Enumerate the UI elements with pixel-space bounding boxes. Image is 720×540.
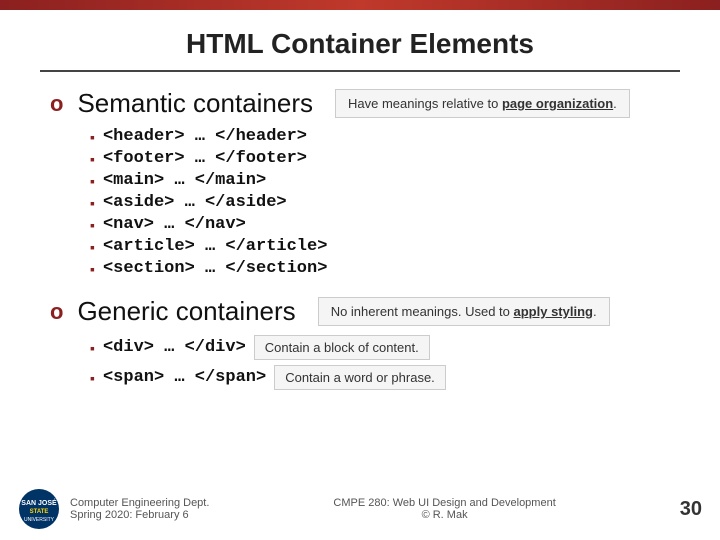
code-section: <section> … </section> <box>103 259 327 278</box>
code-footer: <footer> … </footer> <box>103 149 307 168</box>
top-bar <box>0 0 720 10</box>
footer-center: CMPE 280: Web UI Design and Development … <box>209 497 679 521</box>
apply-styling-highlight: apply styling <box>514 304 593 319</box>
list-item: <nav> … </nav> <box>90 215 670 234</box>
semantic-items-list: <header> … </header> <footer> … </footer… <box>50 127 670 278</box>
footer-left: SAN JOSÉ STATE UNIVERSITY Computer Engin… <box>18 488 209 530</box>
svg-text:SAN JOSÉ: SAN JOSÉ <box>21 498 57 507</box>
span-desc: Contain a word or phrase. <box>285 370 435 385</box>
list-item: <footer> … </footer> <box>90 149 670 168</box>
footer-course: CMPE 280: Web UI Design and Development <box>209 497 679 509</box>
footer-semester: Spring 2020: February 6 <box>70 509 209 521</box>
footer: SAN JOSÉ STATE UNIVERSITY Computer Engin… <box>0 488 720 530</box>
list-item: <section> … </section> <box>90 259 670 278</box>
code-div: <div> … </div> <box>103 338 246 357</box>
svg-text:STATE: STATE <box>30 509 49 515</box>
list-item: <header> … </header> <box>90 127 670 146</box>
section-generic-header: o Generic containers No inherent meaning… <box>50 296 670 327</box>
list-item-div: <div> … </div> Contain a block of conten… <box>90 335 670 360</box>
section2-title: Generic containers <box>77 296 295 327</box>
div-desc-box: Contain a block of content. <box>254 335 430 360</box>
code-aside: <aside> … </aside> <box>103 193 287 212</box>
generic-info-box: No inherent meanings. Used to apply styl… <box>318 297 610 326</box>
section-semantic-header: o Semantic containers Have meanings rela… <box>50 88 670 119</box>
footer-page-number: 30 <box>680 498 702 521</box>
no-meanings-text: No inherent meanings. Used to <box>331 304 514 319</box>
info-text-before: Have meanings relative to <box>348 96 502 111</box>
section-semantic: o Semantic containers Have meanings rela… <box>50 88 670 278</box>
bullet-2: o <box>50 299 63 325</box>
sjsu-logo: SAN JOSÉ STATE UNIVERSITY <box>18 488 60 530</box>
footer-dept: Computer Engineering Dept. <box>70 497 209 509</box>
footer-dept-info: Computer Engineering Dept. Spring 2020: … <box>70 497 209 521</box>
info-highlight: page organization <box>502 96 613 111</box>
section1-title: Semantic containers <box>77 88 313 119</box>
no-meanings-period: . <box>593 304 597 319</box>
code-article: <article> … </article> <box>103 237 327 256</box>
span-desc-box: Contain a word or phrase. <box>274 365 446 390</box>
section-generic: o Generic containers No inherent meaning… <box>50 296 670 390</box>
semantic-info-box: Have meanings relative to page organizat… <box>335 89 630 118</box>
page-title: HTML Container Elements <box>40 28 680 72</box>
generic-items-list: <div> … </div> Contain a block of conten… <box>50 335 670 390</box>
list-item: <aside> … </aside> <box>90 193 670 212</box>
code-nav: <nav> … </nav> <box>103 215 246 234</box>
code-header: <header> … </header> <box>103 127 307 146</box>
svg-text:UNIVERSITY: UNIVERSITY <box>24 517 55 523</box>
list-item: <main> … </main> <box>90 171 670 190</box>
content-area: o Semantic containers Have meanings rela… <box>0 88 720 390</box>
code-main: <main> … </main> <box>103 171 266 190</box>
list-item: <article> … </article> <box>90 237 670 256</box>
div-desc: Contain a block of content. <box>265 340 419 355</box>
code-span: <span> … </span> <box>103 368 266 387</box>
footer-instructor: © R. Mak <box>209 509 679 521</box>
list-item-span: <span> … </span> Contain a word or phras… <box>90 365 670 390</box>
bullet-1: o <box>50 91 63 117</box>
info-text-after: . <box>613 96 617 111</box>
